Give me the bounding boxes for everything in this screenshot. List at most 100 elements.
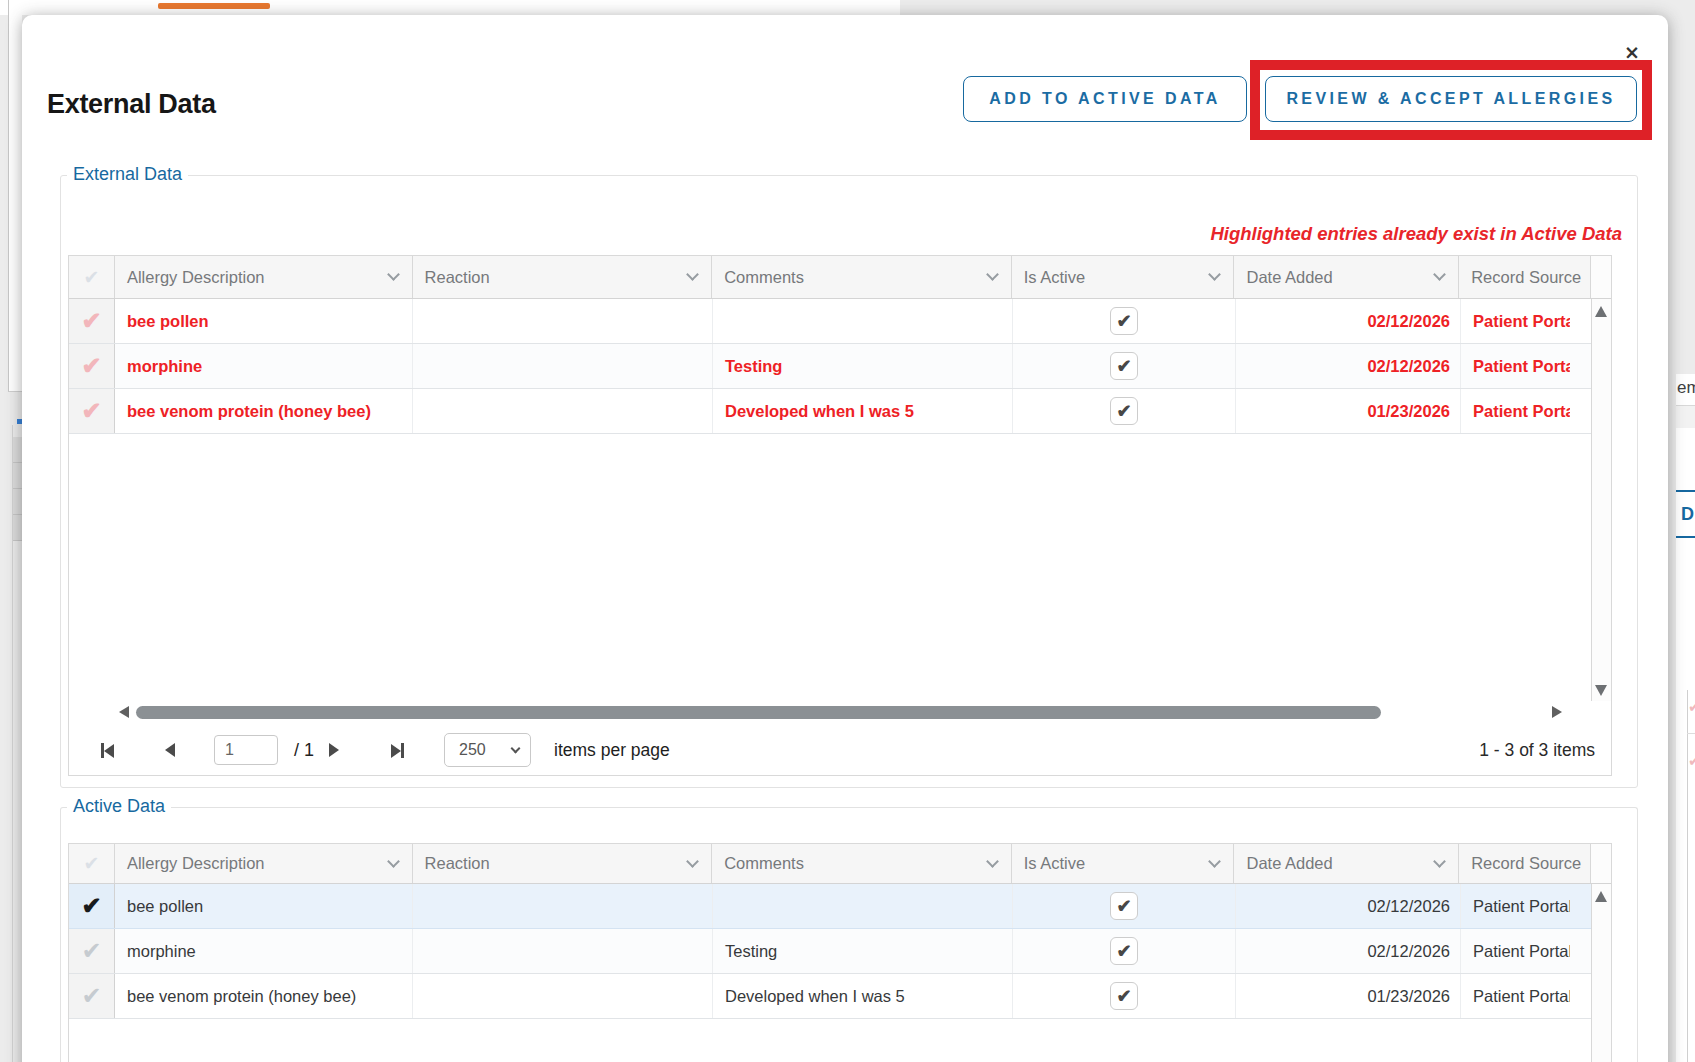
column-header-reaction[interactable]: Reaction (413, 256, 713, 298)
is-active-checkbox[interactable]: ✔ (1110, 982, 1138, 1010)
check-icon: ✔ (1116, 895, 1131, 917)
page-number-input[interactable]: 1 (214, 735, 278, 765)
grid-header-row: ✔ Allergy Description Reaction Comments … (69, 256, 1611, 299)
cell-reaction (413, 299, 713, 343)
sort-chevron-icon (686, 268, 699, 281)
select-all-header-cell[interactable]: ✔ (69, 256, 115, 298)
background-check-icon: ✔ (1688, 698, 1695, 716)
cell-comments: Testing (713, 929, 1013, 973)
add-to-active-data-button[interactable]: ADD TO ACTIVE DATA (963, 76, 1247, 122)
cell-comments (713, 884, 1013, 928)
column-header-record-source[interactable]: Record Source (1459, 844, 1591, 883)
horizontal-scrollbar[interactable] (69, 701, 1611, 725)
scroll-right-icon (1552, 706, 1562, 718)
row-select-cell[interactable]: ✔ (69, 299, 115, 343)
column-header-date-added[interactable]: Date Added (1234, 844, 1459, 883)
vertical-scrollbar[interactable] (1591, 299, 1611, 701)
external-grid-body: ✔bee pollen✔02/12/2026Patient Portal✔mor… (69, 299, 1611, 701)
cell-comments: Testing (713, 344, 1013, 388)
scroll-left-icon (119, 706, 129, 718)
table-row[interactable]: ✔bee pollen✔02/12/2026Patient Portal (69, 884, 1611, 929)
next-page-button[interactable] (329, 743, 339, 757)
background-right-text-fragment: em (1677, 378, 1695, 398)
row-check-icon: ✔ (81, 352, 101, 380)
cell-reaction (413, 884, 713, 928)
cell-date-added: 01/23/2026 (1236, 974, 1461, 1018)
column-header-allergy-description[interactable]: Allergy Description (115, 844, 413, 883)
row-check-icon: ✔ (81, 982, 101, 1010)
background-active-tab-indicator (158, 3, 270, 9)
external-data-grid: ✔ Allergy Description Reaction Comments … (68, 255, 1612, 776)
is-active-checkbox[interactable]: ✔ (1110, 307, 1138, 335)
scroll-up-icon (1595, 306, 1607, 317)
is-active-checkbox[interactable]: ✔ (1110, 937, 1138, 965)
background-check-icon: ✔ (1688, 752, 1695, 770)
column-header-allergy-description[interactable]: Allergy Description (115, 256, 413, 298)
cell-date-added: 01/23/2026 (1236, 389, 1461, 433)
row-check-icon: ✔ (81, 397, 101, 425)
column-header-is-active[interactable]: Is Active (1012, 256, 1235, 298)
background-right-button-fragment: D (1676, 490, 1695, 538)
is-active-checkbox[interactable]: ✔ (1110, 352, 1138, 380)
background-right-band (1676, 406, 1695, 428)
row-select-cell[interactable]: ✔ (69, 389, 115, 433)
cell-allergy-description: bee venom protein (honey bee) (115, 389, 413, 433)
grid-pager: 1 / 1 250 items per page 1 - 3 of 3 item… (69, 725, 1611, 775)
cell-date-added: 02/12/2026 (1236, 929, 1461, 973)
items-per-page-label: items per page (554, 725, 670, 775)
cell-record-source: Patient Portal (1461, 299, 1593, 343)
cell-reaction (413, 974, 713, 1018)
table-row[interactable]: ✔morphineTesting✔02/12/2026Patient Porta… (69, 929, 1611, 974)
column-header-comments[interactable]: Comments (712, 844, 1012, 883)
row-select-cell[interactable]: ✔ (69, 344, 115, 388)
cell-comments (713, 299, 1013, 343)
check-icon: ✔ (1116, 400, 1131, 422)
review-accept-allergies-button[interactable]: REVIEW & ACCEPT ALLERGIES (1265, 76, 1637, 122)
cell-reaction (413, 929, 713, 973)
sort-chevron-icon (387, 855, 400, 868)
check-icon: ✔ (1116, 310, 1131, 332)
sort-chevron-icon (1433, 268, 1446, 281)
column-header-date-added[interactable]: Date Added (1234, 256, 1459, 298)
cell-reaction (413, 389, 713, 433)
cell-allergy-description: morphine (115, 929, 413, 973)
cell-allergy-description: bee venom protein (honey bee) (115, 974, 413, 1018)
first-page-button[interactable] (101, 743, 114, 758)
is-active-checkbox[interactable]: ✔ (1110, 397, 1138, 425)
previous-page-button[interactable] (165, 743, 175, 757)
scroll-up-icon (1595, 891, 1607, 902)
chevron-down-icon (511, 744, 521, 754)
row-select-cell[interactable]: ✔ (69, 929, 115, 973)
check-icon: ✔ (1116, 985, 1131, 1007)
cell-date-added: 02/12/2026 (1236, 344, 1461, 388)
table-row[interactable]: ✔bee pollen✔02/12/2026Patient Portal (69, 299, 1611, 344)
sort-chevron-icon (986, 268, 999, 281)
header-scrollbar-filler (1591, 844, 1611, 883)
cell-is-active: ✔ (1013, 299, 1236, 343)
table-row[interactable]: ✔morphineTesting✔02/12/2026Patient Porta… (69, 344, 1611, 389)
cell-date-added: 02/12/2026 (1236, 884, 1461, 928)
table-row[interactable]: ✔ bee venom protein (honey bee) Developed … (69, 974, 1611, 1019)
column-header-record-source[interactable]: Record Source (1459, 256, 1591, 298)
select-all-check-icon: ✔ (84, 266, 100, 289)
cell-allergy-description: bee pollen (115, 299, 413, 343)
column-header-is-active[interactable]: Is Active (1012, 844, 1235, 883)
cell-record-source: Patient Portal (1461, 974, 1593, 1018)
active-data-legend: Active Data (67, 796, 171, 817)
background-right-row-border (1687, 733, 1695, 734)
row-select-cell[interactable]: ✔ (69, 974, 115, 1018)
page-size-select[interactable]: 250 (444, 733, 531, 767)
last-page-button[interactable] (391, 743, 404, 758)
cell-allergy-description: bee pollen (115, 884, 413, 928)
table-row[interactable]: ✔bee venom protein (honey bee)Developed … (69, 389, 1611, 434)
column-header-reaction[interactable]: Reaction (413, 844, 713, 883)
horizontal-scrollbar-thumb (136, 706, 1381, 719)
cell-is-active: ✔ (1013, 884, 1236, 928)
select-all-header-cell[interactable]: ✔ (69, 844, 115, 883)
cell-comments: Developed when I was 5 (713, 974, 1013, 1018)
vertical-scrollbar[interactable] (1591, 884, 1611, 1062)
is-active-checkbox[interactable]: ✔ (1110, 892, 1138, 920)
background-top-strip-right (900, 0, 1695, 15)
row-select-cell[interactable]: ✔ (69, 884, 115, 928)
column-header-comments[interactable]: Comments (712, 256, 1012, 298)
